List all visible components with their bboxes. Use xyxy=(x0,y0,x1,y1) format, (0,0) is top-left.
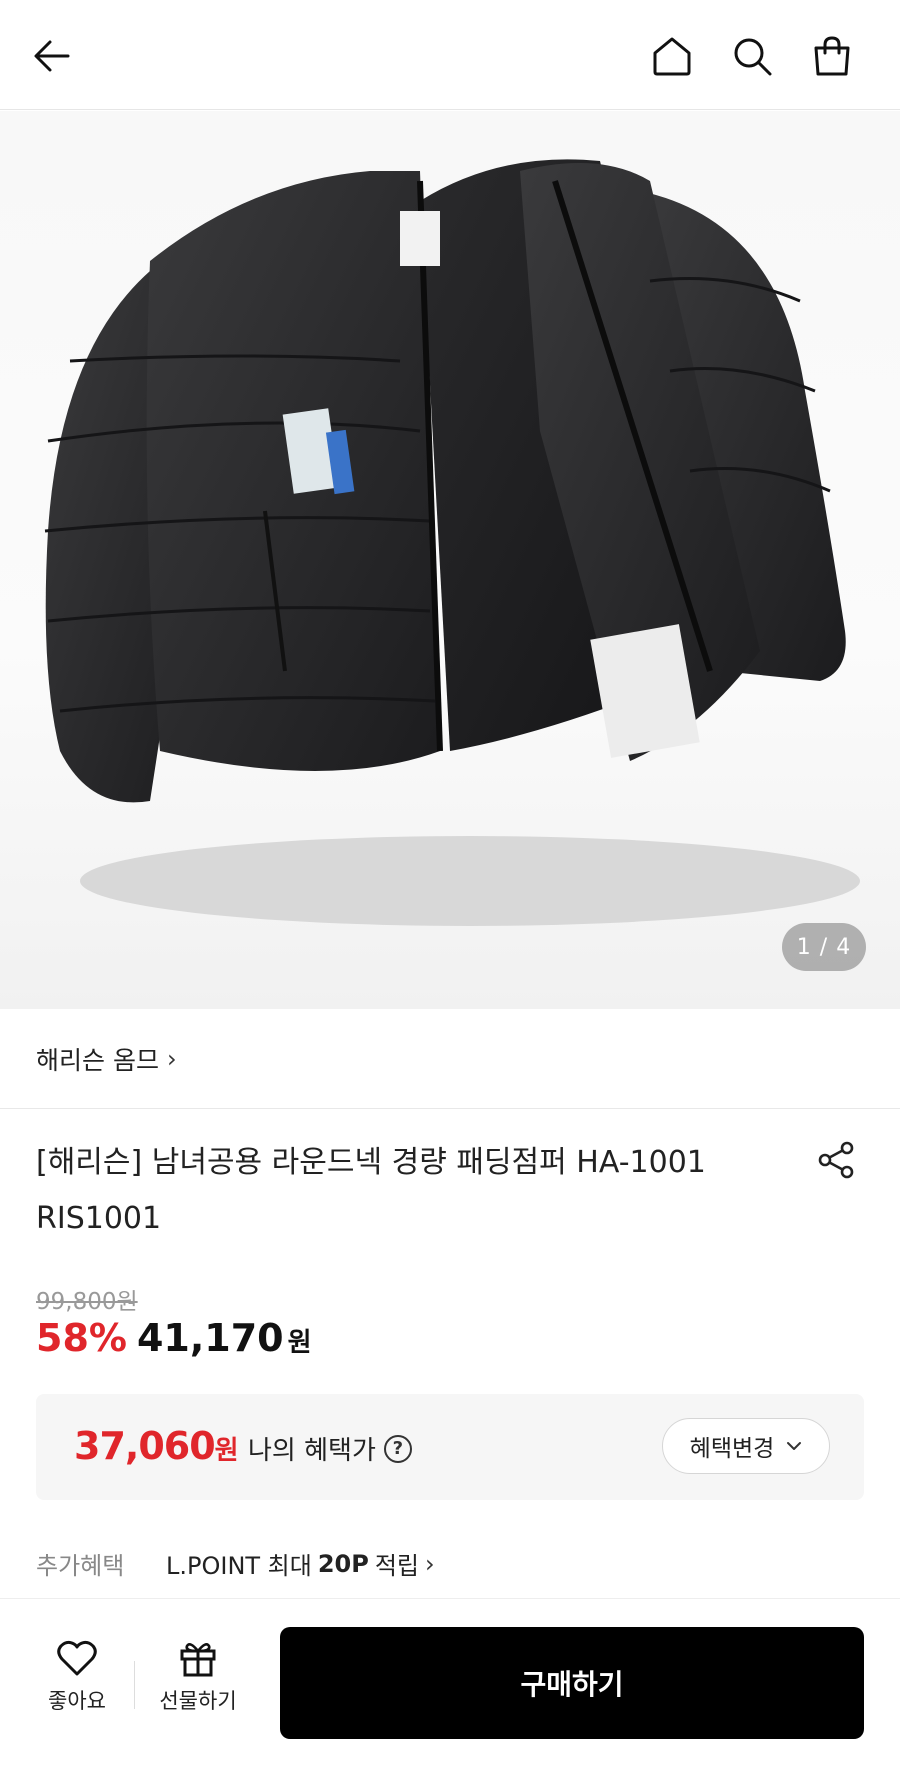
lpoint-points: 20P xyxy=(317,1549,369,1578)
benefit-label-text: 나의 혜택가 xyxy=(248,1436,376,1466)
buy-button[interactable]: 구매하기 xyxy=(280,1627,864,1739)
shopping-bag-button[interactable] xyxy=(804,28,860,84)
buy-label: 구매하기 xyxy=(520,1668,624,1701)
product-image-gallery[interactable]: 1 / 4 xyxy=(0,111,900,1009)
change-benefit-button[interactable]: 혜택변경 xyxy=(662,1418,830,1474)
share-button[interactable] xyxy=(812,1136,860,1184)
sale-price-unit: 원 xyxy=(287,1328,312,1358)
like-button[interactable]: 좋아요 xyxy=(38,1639,116,1715)
sale-price-row: 58% 41,170 원 xyxy=(36,1316,312,1360)
image-pager-indicator: 1 / 4 xyxy=(782,923,866,971)
chevron-down-icon xyxy=(787,1442,802,1450)
benefit-price-unit: 원 xyxy=(214,1436,239,1466)
share-icon xyxy=(818,1141,854,1179)
shopping-bag-icon xyxy=(814,36,850,76)
product-photo-jacket xyxy=(44,159,860,926)
brand-name: 해리슨 옴므 xyxy=(36,1045,159,1075)
like-label: 좋아요 xyxy=(48,1689,106,1713)
original-price: 99,800원 xyxy=(36,1289,138,1315)
my-benefit-price-box: 37,060원 나의 혜택가 ? 혜택변경 xyxy=(36,1394,864,1500)
lpoint-text-prefix: L.POINT 최대 xyxy=(166,1552,312,1580)
search-icon xyxy=(734,38,772,76)
home-icon xyxy=(653,37,691,76)
home-button[interactable] xyxy=(644,28,700,84)
chevron-right-icon: › xyxy=(166,1044,177,1073)
gift-icon xyxy=(180,1643,216,1677)
back-button[interactable] xyxy=(24,28,80,84)
additional-benefit-row: 추가혜택 L.POINT 최대 20P 적립 › xyxy=(36,1546,435,1581)
benefit-price: 37,060원 xyxy=(74,1424,239,1468)
bottom-bar-divider xyxy=(134,1661,135,1709)
top-navigation-bar xyxy=(0,0,900,110)
sale-price: 41,170 xyxy=(136,1316,284,1360)
product-title: [해리슨] 남녀공용 라운드넥 경량 패딩점퍼 HA-1001 RIS1001 xyxy=(36,1145,706,1236)
search-button[interactable] xyxy=(724,28,780,84)
bottom-action-bar: 좋아요 선물하기 구매하기 xyxy=(0,1598,900,1767)
chevron-right-icon: › xyxy=(425,1549,435,1578)
brand-link[interactable]: 해리슨 옴므 › xyxy=(36,1041,177,1077)
lpoint-text-suffix: 적립 xyxy=(374,1552,420,1580)
brand-row: 해리슨 옴므 › xyxy=(0,1009,900,1109)
change-benefit-label: 혜택변경 xyxy=(689,1436,775,1462)
benefit-label: 나의 혜택가 ? xyxy=(248,1430,412,1467)
back-arrow-icon xyxy=(34,40,70,72)
help-question-icon[interactable]: ? xyxy=(383,1434,412,1463)
lpoint-benefit-link[interactable]: L.POINT 최대 20P 적립 › xyxy=(166,1546,435,1581)
discount-rate: 58% xyxy=(36,1316,127,1360)
gift-button[interactable]: 선물하기 xyxy=(148,1639,248,1715)
gift-label: 선물하기 xyxy=(159,1689,237,1713)
benefit-price-value: 37,060 xyxy=(74,1424,216,1468)
heart-icon xyxy=(57,1640,97,1676)
additional-benefit-label: 추가혜택 xyxy=(36,1552,125,1580)
